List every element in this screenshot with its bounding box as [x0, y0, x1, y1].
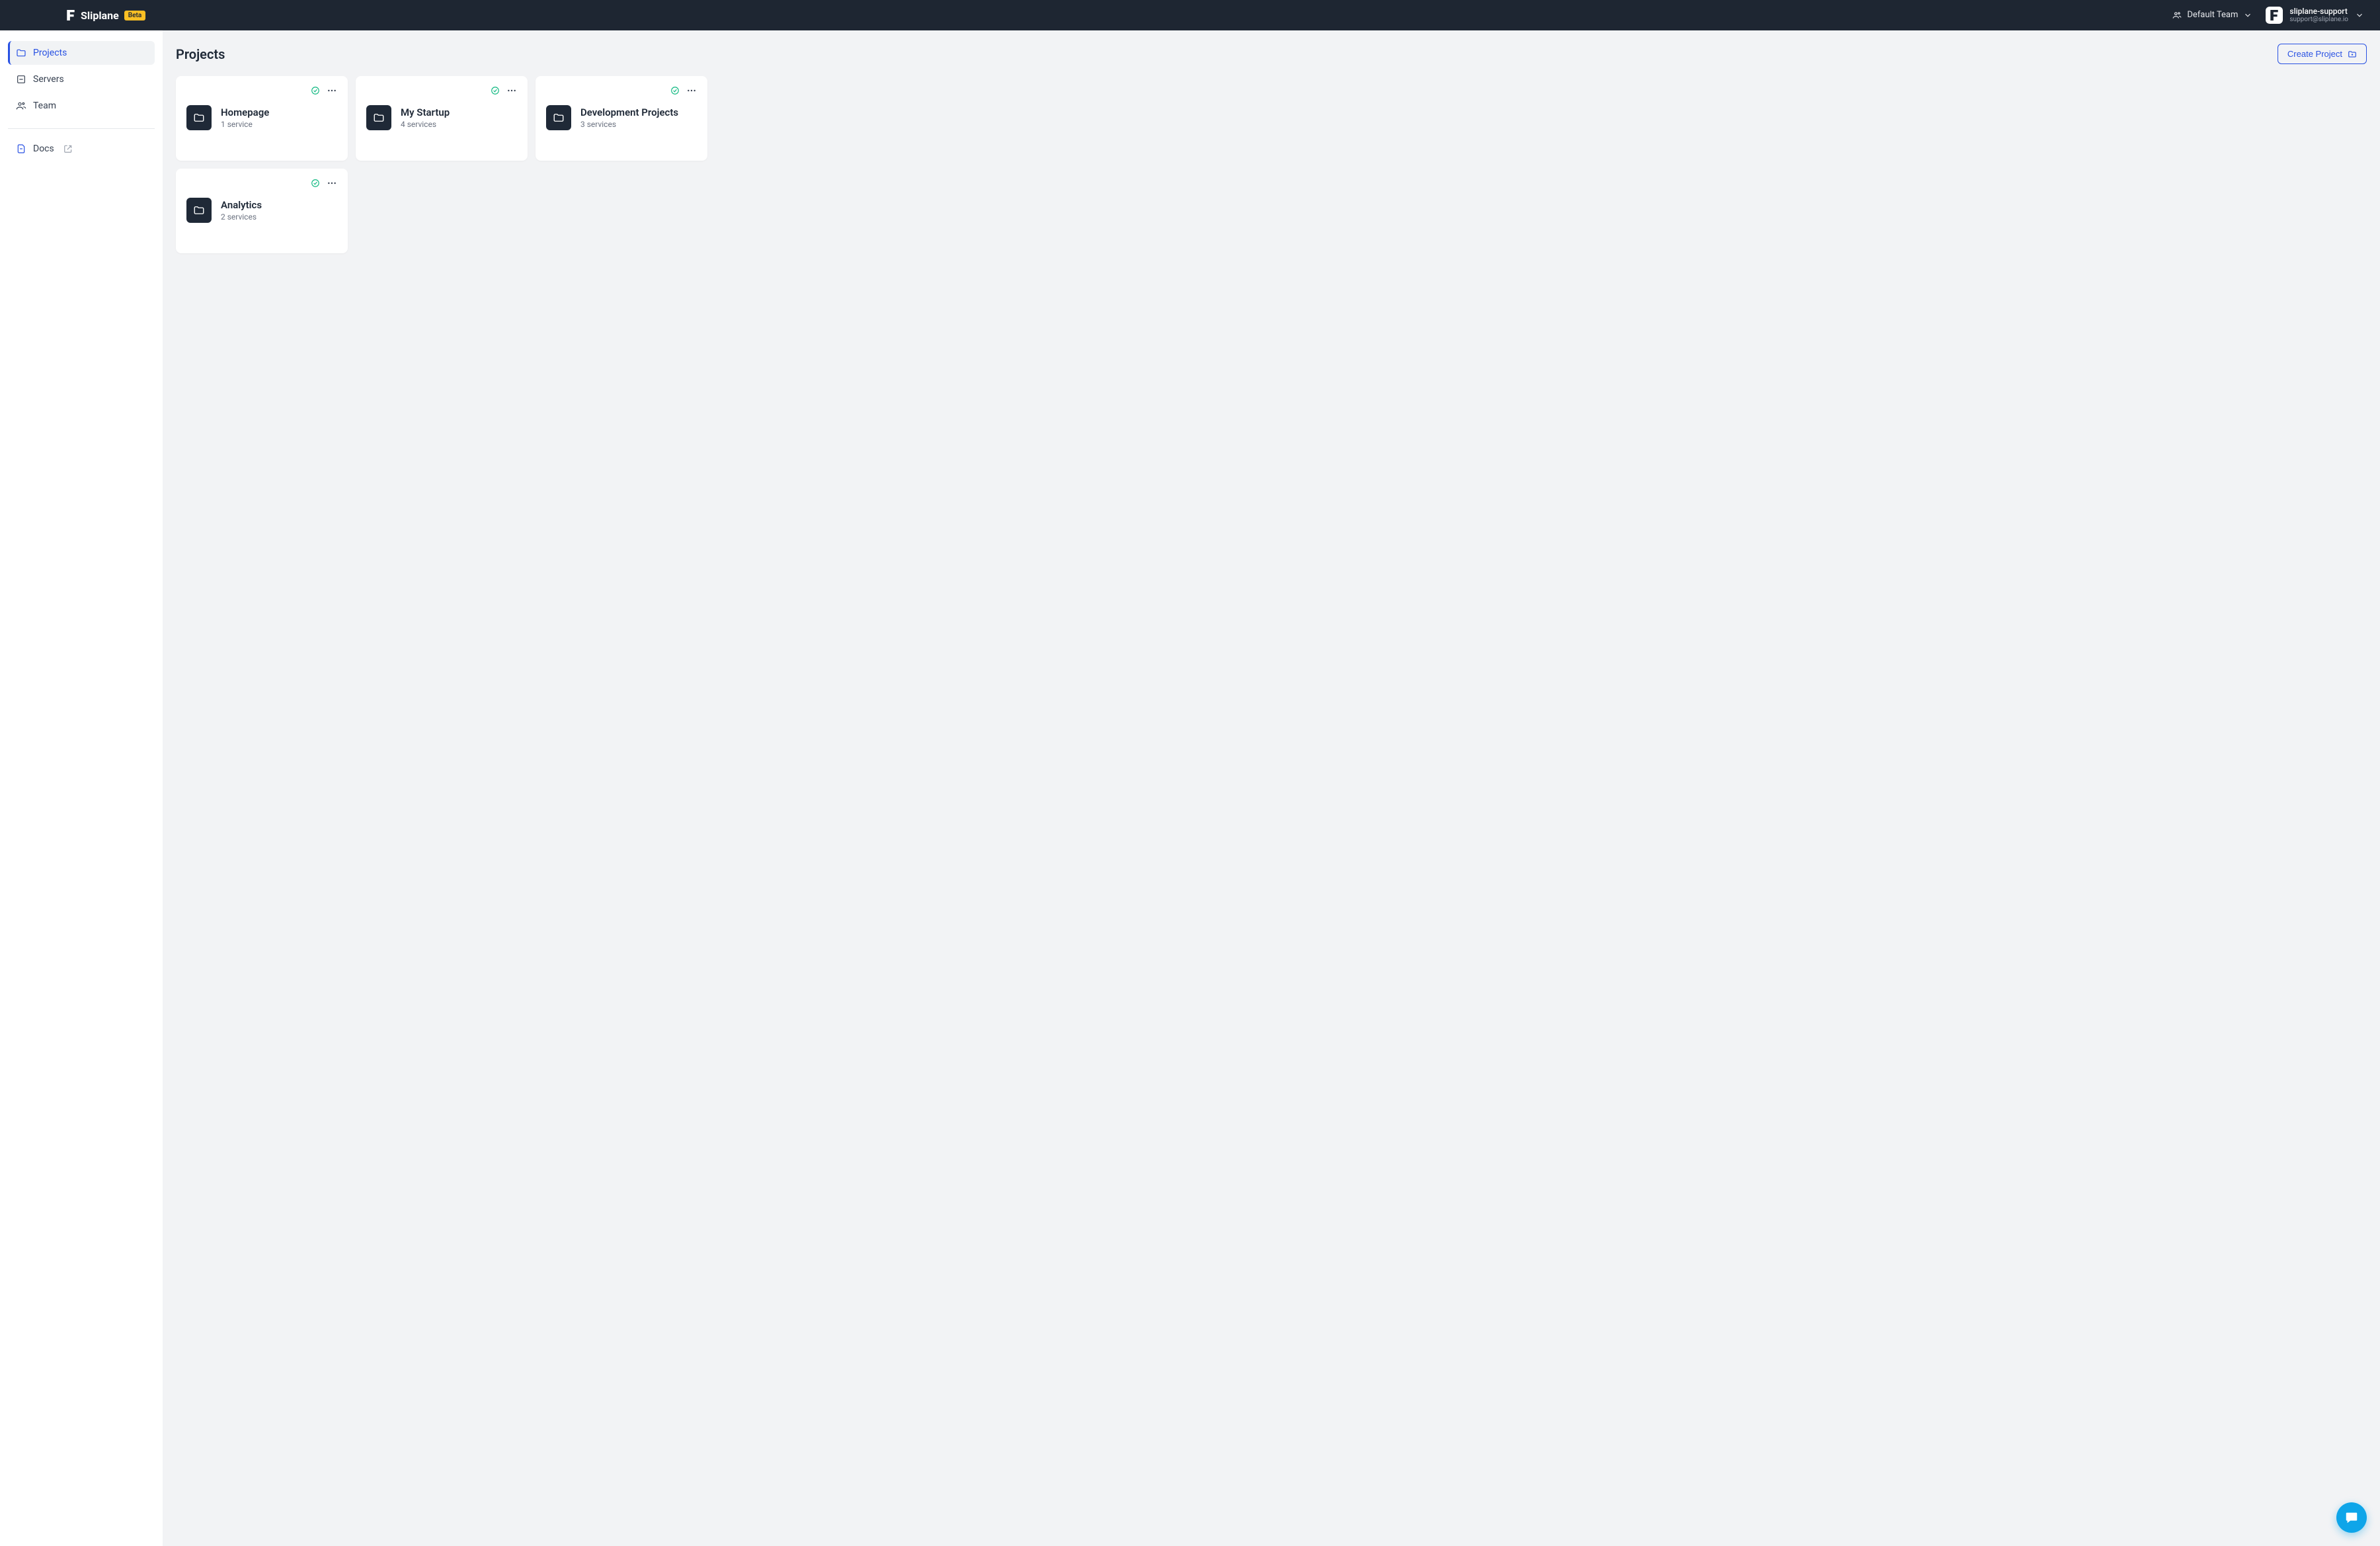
chevron-down-icon [2355, 11, 2364, 20]
more-icon[interactable] [327, 85, 337, 96]
card-body: Homepage 1 service [186, 105, 337, 130]
beta-badge: Beta [124, 11, 145, 20]
project-card[interactable]: My Startup 4 services [356, 76, 528, 161]
brand-name: Sliplane [81, 9, 119, 22]
project-icon-box [186, 198, 212, 223]
card-text: Analytics 2 services [221, 199, 262, 222]
folder-icon [553, 112, 565, 124]
card-text: My Startup 4 services [401, 106, 450, 129]
projects-grid: Homepage 1 service My Startup [176, 76, 2367, 253]
folder-icon [16, 48, 26, 58]
project-icon-box [366, 105, 391, 130]
more-icon[interactable] [506, 85, 517, 96]
page-header: Projects Create Project [176, 44, 2367, 64]
project-name: My Startup [401, 106, 450, 118]
card-actions [366, 85, 517, 96]
card-body: My Startup 4 services [366, 105, 517, 130]
chat-icon [2344, 1510, 2359, 1525]
sidebar-item-docs[interactable]: Docs [8, 137, 155, 161]
sidebar-item-servers[interactable]: Servers [8, 67, 155, 91]
header-right: Default Team sliplane-support support@sl… [2172, 7, 2364, 24]
project-name: Homepage [221, 106, 269, 118]
layout: Projects Servers Team Docs Projects Crea [0, 30, 2380, 1546]
external-link-icon [63, 144, 73, 153]
project-meta: 2 services [221, 212, 262, 222]
folder-plus-icon [2348, 50, 2357, 59]
create-project-button[interactable]: Create Project [2278, 44, 2367, 64]
card-actions [546, 85, 697, 96]
card-actions [186, 178, 337, 188]
chevron-down-icon [2243, 11, 2252, 20]
main-content: Projects Create Project Homepage [163, 30, 2380, 1546]
sidebar-main-section: Projects Servers Team [8, 41, 155, 128]
user-email: support@sliplane.io [2289, 16, 2348, 24]
folder-icon [193, 112, 205, 124]
create-project-label: Create Project [2287, 49, 2342, 59]
status-ok-icon [670, 86, 680, 95]
project-icon-box [546, 105, 571, 130]
folder-icon [193, 204, 205, 216]
users-icon [2172, 11, 2182, 20]
project-meta: 1 service [221, 120, 269, 129]
project-icon-box [186, 105, 212, 130]
team-selector[interactable]: Default Team [2172, 10, 2252, 20]
card-body: Development Projects 3 services [546, 105, 697, 130]
document-icon [16, 143, 26, 154]
status-ok-icon [311, 179, 320, 188]
status-ok-icon [311, 86, 320, 95]
user-info: sliplane-support support@sliplane.io [2289, 7, 2348, 24]
card-text: Development Projects 3 services [580, 106, 678, 129]
avatar-logo-icon [2270, 10, 2279, 20]
chat-bubble-button[interactable] [2336, 1502, 2367, 1533]
project-name: Development Projects [580, 106, 678, 118]
user-name: sliplane-support [2289, 7, 2348, 16]
sidebar: Projects Servers Team Docs [0, 30, 163, 1546]
team-icon [16, 101, 26, 111]
brand-block[interactable]: Sliplane Beta [66, 9, 145, 22]
project-card[interactable]: Homepage 1 service [176, 76, 348, 161]
project-card[interactable]: Development Projects 3 services [536, 76, 707, 161]
sidebar-docs-section: Docs [8, 128, 155, 171]
sidebar-item-label: Docs [33, 143, 54, 154]
team-name: Default Team [2187, 10, 2238, 20]
sidebar-item-label: Projects [33, 48, 67, 58]
more-icon[interactable] [686, 85, 697, 96]
sidebar-item-team[interactable]: Team [8, 94, 155, 118]
sidebar-item-label: Servers [33, 74, 64, 85]
project-meta: 4 services [401, 120, 450, 129]
app-header: Sliplane Beta Default Team sliplane-supp… [0, 0, 2380, 30]
avatar [2266, 7, 2283, 24]
project-card[interactable]: Analytics 2 services [176, 169, 348, 253]
card-actions [186, 85, 337, 96]
user-menu[interactable]: sliplane-support support@sliplane.io [2266, 7, 2364, 24]
brand-logo-icon [66, 10, 75, 20]
card-body: Analytics 2 services [186, 198, 337, 223]
project-meta: 3 services [580, 120, 678, 129]
sidebar-item-label: Team [33, 101, 56, 111]
server-icon [16, 74, 26, 85]
card-text: Homepage 1 service [221, 106, 269, 129]
page-title: Projects [176, 46, 225, 62]
folder-icon [373, 112, 385, 124]
project-name: Analytics [221, 199, 262, 211]
status-ok-icon [491, 86, 500, 95]
more-icon[interactable] [327, 178, 337, 188]
sidebar-item-projects[interactable]: Projects [8, 41, 155, 65]
